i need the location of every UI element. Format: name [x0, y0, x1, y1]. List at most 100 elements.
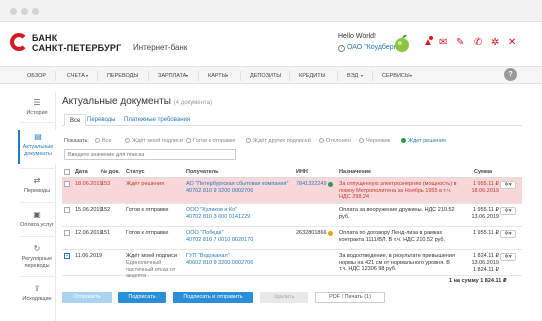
chevron-down-icon: ▾ [410, 73, 413, 78]
bank-logo-icon[interactable] [10, 33, 28, 51]
tab-transfers[interactable]: Переводы [82, 114, 120, 126]
radio-icon [401, 138, 406, 143]
avatar-apple-icon[interactable] [392, 33, 412, 53]
filter-label-text: Готов к отправке [193, 138, 236, 144]
sidebar-item-label: Переводы [23, 188, 51, 194]
page-title-text: Актуальные документы [62, 96, 171, 107]
send-button[interactable]: Отправить [62, 292, 112, 303]
column-number[interactable]: № док. [101, 168, 120, 177]
select-all-checkbox[interactable] [64, 169, 70, 175]
row-actions-gear-icon[interactable]: ✲▾ [500, 230, 516, 238]
sidebar-item-documents[interactable]: ▤ Актуальные документы [18, 130, 56, 164]
sidebar-item-transfers[interactable]: ⇄ Переводы [18, 176, 56, 195]
table-row[interactable]: 18.06.2019 153 Ждёт решения АО "Петербур… [62, 178, 522, 204]
filter-awaiting-other-signatures[interactable]: Ждёт других подписей [246, 138, 311, 144]
row-inn[interactable]: 7841322249 [296, 181, 327, 188]
sidebar-item-outgoing[interactable]: ⇪ Исходящие [18, 284, 56, 303]
row-recipient[interactable]: ООО "Победа" [186, 230, 224, 237]
selection-total: 1 на сумму 1 824.11 ₽ [449, 278, 507, 284]
info-icon: ? [338, 45, 345, 52]
chevron-down-icon: ▾ [86, 73, 89, 78]
sidebar-divider [20, 202, 54, 203]
window-dot[interactable] [21, 8, 28, 15]
sign-button[interactable]: Подписать [118, 292, 166, 303]
help-button[interactable]: ? [504, 68, 517, 81]
row-account[interactable]: 40702 810 3 000 0141229 [186, 214, 250, 221]
filter-awaiting-decision[interactable]: Ждет решения [401, 138, 446, 144]
print-pdf-button[interactable]: PDF / Печать (1) [315, 292, 385, 303]
row-amount: 1 955.11 ₽ [472, 207, 499, 213]
settings-icon[interactable]: ✎ [456, 38, 464, 48]
row-checkbox[interactable] [64, 207, 70, 213]
window-titlebar [0, 0, 542, 22]
row-status: Ждёт моей подписи [126, 253, 177, 259]
table-row[interactable]: 15.06.2019 152 Готов к отправке ООО "Кул… [62, 204, 522, 227]
row-checkbox[interactable] [64, 230, 70, 236]
sign-and-send-button[interactable]: Подписать и отправить [173, 292, 253, 303]
sidebar-divider [20, 236, 54, 237]
column-amount[interactable]: Сумма [474, 168, 492, 177]
row-amount-date: 13.06.2019 [471, 260, 499, 266]
search-input[interactable] [64, 149, 236, 160]
row-amount: 1 955.11 ₽ [472, 230, 499, 236]
table-row[interactable]: 11.06.2019 Ждёт моей подписи Единоличный… [62, 250, 522, 279]
row-account[interactable]: 40702 810 9 3200 0002706 [186, 188, 253, 195]
delete-button[interactable]: Удалить [260, 292, 308, 303]
nav-item-ved[interactable]: ВЭД [347, 67, 358, 85]
row-account[interactable]: 40602 810 9 3200 0002706 [186, 260, 253, 267]
filter-label: Показать: [64, 138, 89, 144]
row-purpose: Оплата за вооружение дружины. НДС 210.52… [339, 207, 455, 220]
bell-icon[interactable]: ▲ [423, 36, 433, 48]
table-row[interactable]: 12.06.2019 151 Готов к отправке ООО "Поб… [62, 227, 522, 250]
row-amount-secondary: 1 824.11 ₽ [472, 267, 499, 273]
row-amount-date: 13.06.2019 [471, 214, 499, 220]
column-purpose[interactable]: Назначение [339, 168, 371, 177]
filter-label-text: Черновик [366, 138, 391, 144]
row-recipient[interactable]: АО "Петербургская сбытовая компания" [186, 181, 288, 188]
chevron-down-icon: ▾ [361, 73, 364, 78]
filter-draft[interactable]: Черновик [359, 138, 390, 144]
row-actions-gear-icon[interactable]: ✲▾ [500, 207, 516, 215]
row-recipient[interactable]: ГУП "Водоканал" [186, 253, 230, 260]
nav-item-transfers[interactable]: ПЕРЕВОДЫ [107, 67, 138, 85]
column-status[interactable]: Статус [126, 168, 145, 177]
close-icon[interactable]: ✕ [508, 38, 516, 48]
column-recipient[interactable]: Получатель [186, 168, 219, 177]
filter-all[interactable]: Все [95, 138, 111, 144]
row-actions-gear-icon[interactable]: ✲▾ [500, 181, 516, 189]
nav-item-accounts[interactable]: СЧЕТА [67, 67, 85, 85]
row-checkbox[interactable] [64, 252, 70, 259]
row-account[interactable]: 40702 810 7 0010 0020170 [186, 237, 253, 244]
nav-divider [198, 71, 199, 81]
nav-divider [372, 71, 373, 81]
filter-ready-to-send[interactable]: Готов к отправке [186, 138, 235, 144]
envelope-icon[interactable]: ✉ [439, 38, 447, 48]
company-selector[interactable]: ? ОАО "Коудберн" [338, 44, 400, 52]
column-date[interactable]: Дата [75, 168, 88, 177]
radio-icon [186, 138, 191, 143]
phone-icon[interactable]: ✆ [474, 38, 482, 48]
row-actions-gear-icon[interactable]: ✲▾ [500, 253, 516, 261]
tab-payment-requests[interactable]: Платежные требования [119, 114, 195, 126]
sidebar-item-payments[interactable]: ▣ Оплата услуг [18, 210, 56, 229]
sidebar-item-recurring[interactable]: ↻ Регулярные переводы [18, 244, 56, 269]
nav-item-deposits[interactable]: ДЕПОЗИТЫ [250, 67, 281, 85]
nav-item-cards[interactable]: КАРТЫ [208, 67, 227, 85]
row-recipient[interactable]: ООО "Куликов и Ко" [186, 207, 237, 214]
window-dot[interactable] [32, 8, 39, 15]
filter-awaiting-my-signature[interactable]: Ждёт моей подписи [125, 138, 183, 144]
row-number: 152 [101, 207, 111, 213]
gear-icon[interactable]: ✲ [491, 38, 499, 48]
sidebar-item-label: Исходящие [22, 296, 52, 302]
row-checkbox[interactable] [64, 181, 70, 187]
nav-item-credits[interactable]: КРЕДИТЫ [299, 67, 325, 85]
nav-item-salary[interactable]: ЗАРПЛАТА [158, 67, 186, 85]
nav-item-overview[interactable]: ОБЗОР [27, 67, 46, 85]
column-inn[interactable]: ИНН [296, 168, 308, 177]
nav-item-services[interactable]: СЕРВИСЫ [382, 67, 410, 85]
filter-rejected[interactable]: Отклонен [319, 138, 351, 144]
transfer-icon: ⇄ [33, 176, 41, 185]
sidebar-item-history[interactable]: ☰ История [18, 98, 56, 117]
payment-icon: ▣ [33, 210, 41, 219]
window-dot[interactable] [10, 8, 17, 15]
